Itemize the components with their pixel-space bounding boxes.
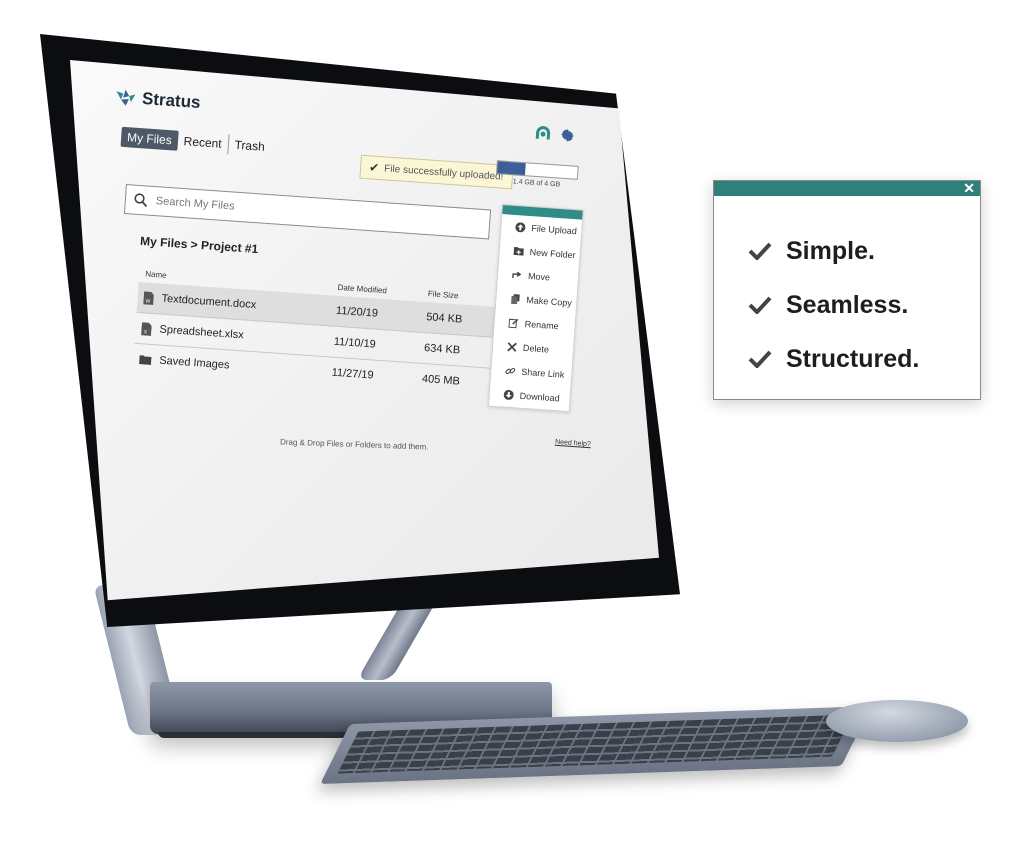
app-name: Stratus xyxy=(141,88,202,112)
file-date: 11/20/19 xyxy=(335,304,379,320)
tab-my-files[interactable]: My Files xyxy=(120,126,179,151)
copy-icon xyxy=(511,294,520,305)
svg-text:W: W xyxy=(145,298,150,304)
excel-file-icon: X xyxy=(141,321,152,336)
word-file-icon: W xyxy=(143,290,154,305)
feature-list: Simple. Seamless. Structured. xyxy=(714,196,980,386)
keyboard-keys xyxy=(337,714,853,774)
rename-icon xyxy=(508,318,519,329)
delete-icon xyxy=(507,342,517,352)
mouse xyxy=(826,700,968,742)
action-download[interactable]: Download xyxy=(489,382,570,412)
checkmark-icon xyxy=(748,350,772,368)
feature-item: Seamless. xyxy=(748,278,980,332)
link-icon xyxy=(505,367,516,375)
user-icon[interactable] xyxy=(534,125,551,144)
storage-fill xyxy=(497,161,526,176)
search-icon xyxy=(134,193,148,208)
feature-window: ✕ Simple. Seamless. Structured. xyxy=(713,180,981,400)
tab-recent[interactable]: Recent xyxy=(177,131,228,154)
feature-item: Simple. xyxy=(748,224,980,278)
actions-menu: File Upload New Folder Move Make Copy Re… xyxy=(487,204,584,413)
close-icon[interactable]: ✕ xyxy=(963,180,975,196)
stratus-logo-icon xyxy=(116,89,136,106)
checkmark-icon xyxy=(748,296,772,314)
move-icon xyxy=(512,271,522,278)
toast-text: File successfully uploaded! xyxy=(383,162,504,183)
checkmark-icon xyxy=(748,242,772,260)
file-name: Textdocument.docx xyxy=(161,292,257,312)
file-name: Spreadsheet.xlsx xyxy=(159,323,245,342)
download-icon xyxy=(503,389,514,400)
folder-icon xyxy=(139,355,152,366)
file-date: 11/10/19 xyxy=(333,335,377,351)
search-placeholder: Search My Files xyxy=(155,195,235,213)
tab-trash[interactable]: Trash xyxy=(226,134,272,158)
feature-item: Structured. xyxy=(748,332,980,386)
feature-window-titlebar: ✕ xyxy=(714,180,980,196)
file-date: 11/27/19 xyxy=(331,366,375,382)
header-date[interactable]: Date Modified xyxy=(337,282,428,297)
new-folder-icon xyxy=(513,246,524,256)
file-name: Saved Images xyxy=(158,354,230,372)
upload-icon xyxy=(515,222,526,233)
gear-icon[interactable] xyxy=(558,126,576,144)
header-icons xyxy=(534,125,576,146)
check-icon: ✔ xyxy=(368,160,380,175)
